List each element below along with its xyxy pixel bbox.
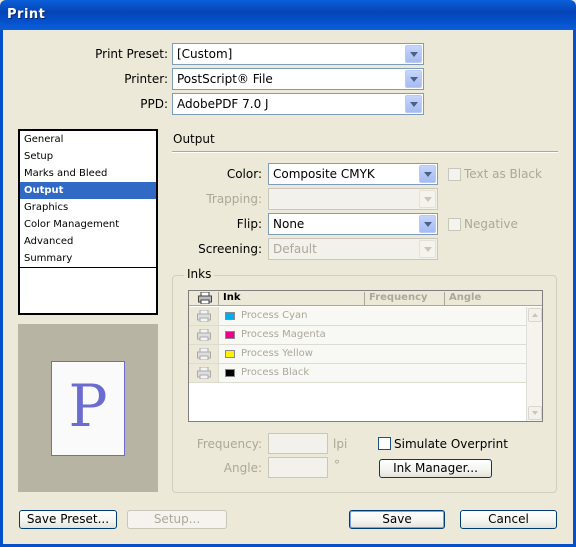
ink-name: Process Magenta	[241, 329, 326, 340]
printer-value: PostScript® File	[177, 72, 273, 86]
save-button[interactable]: Save	[349, 510, 445, 529]
section-divider	[172, 151, 558, 153]
ink-print-toggle[interactable]	[189, 307, 219, 325]
printer-icon	[197, 348, 211, 360]
chevron-down-icon[interactable]	[419, 240, 436, 258]
screening-select[interactable]: Default	[268, 238, 438, 260]
color-select[interactable]: Composite CMYK	[268, 163, 438, 185]
ink-swatch	[225, 369, 235, 377]
ink-row[interactable]: Process Magenta	[189, 326, 526, 345]
column-divider	[364, 292, 365, 305]
negative-label: Negative	[464, 217, 518, 231]
ink-name: Process Black	[241, 367, 310, 378]
category-item-summary[interactable]: Summary	[20, 250, 156, 267]
list-divider	[20, 267, 156, 268]
screening-value: Default	[273, 242, 317, 256]
preview-page: P	[51, 361, 125, 456]
angle-column-header[interactable]: Angle	[449, 292, 481, 303]
category-item-general[interactable]: General	[20, 131, 156, 148]
page-preview: P	[18, 324, 158, 492]
setup-button[interactable]: Setup...	[127, 510, 227, 529]
column-divider	[444, 292, 445, 305]
print-preset-label: Print Preset:	[95, 47, 168, 61]
chevron-down-icon[interactable]	[405, 70, 422, 88]
ink-table: Ink Frequency Angle Process Cyan Process…	[188, 290, 543, 422]
column-divider	[218, 292, 219, 305]
frequency-label: Frequency:	[196, 437, 262, 451]
inks-group-label: Inks	[184, 267, 215, 281]
category-list: General Setup Marks and Bleed Output Gra…	[18, 129, 158, 315]
printer-icon	[198, 292, 212, 304]
ink-row[interactable]: Process Cyan	[189, 307, 526, 326]
print-preset-value: [Custom]	[177, 47, 233, 61]
ink-column-header[interactable]: Ink	[223, 292, 241, 303]
frequency-unit: lpi	[333, 437, 348, 451]
title-bar: Print	[0, 0, 576, 30]
preview-glyph: P	[68, 372, 108, 440]
printer-label: Printer:	[124, 72, 168, 86]
flip-label: Flip:	[236, 217, 262, 231]
category-item-marks-and-bleed[interactable]: Marks and Bleed	[20, 165, 156, 182]
ink-name: Process Cyan	[241, 310, 308, 321]
text-as-black-checkbox[interactable]	[448, 168, 461, 181]
printer-select[interactable]: PostScript® File	[172, 68, 424, 90]
ink-swatch	[225, 350, 235, 358]
chevron-down-icon[interactable]	[405, 95, 422, 113]
trapping-select[interactable]	[268, 188, 438, 210]
scroll-down-icon[interactable]	[528, 406, 542, 420]
category-item-graphics[interactable]: Graphics	[20, 199, 156, 216]
ink-print-toggle[interactable]	[189, 326, 219, 344]
ppd-select[interactable]: AdobePDF 7.0 J	[172, 93, 424, 115]
color-label: Color:	[226, 167, 262, 181]
chevron-down-icon[interactable]	[419, 190, 436, 208]
printer-icon	[197, 367, 211, 379]
ink-swatch	[225, 331, 235, 339]
chevron-down-icon[interactable]	[419, 215, 436, 233]
angle-label: Angle:	[223, 461, 262, 475]
category-item-output[interactable]: Output	[20, 182, 156, 199]
ink-table-scrollbar[interactable]	[526, 307, 542, 421]
ink-row[interactable]: Process Yellow	[189, 345, 526, 364]
category-item-color-management[interactable]: Color Management	[20, 216, 156, 233]
chevron-down-icon[interactable]	[419, 165, 436, 183]
screening-label: Screening:	[198, 242, 262, 256]
trapping-label: Trapping:	[206, 192, 262, 206]
chevron-down-icon[interactable]	[405, 45, 422, 63]
ink-manager-button[interactable]: Ink Manager...	[379, 459, 492, 478]
save-preset-button[interactable]: Save Preset...	[19, 510, 117, 529]
simulate-overprint-checkbox[interactable]	[378, 437, 391, 450]
angle-input[interactable]	[268, 457, 328, 478]
cancel-button[interactable]: Cancel	[460, 510, 557, 529]
negative-checkbox[interactable]	[448, 218, 461, 231]
flip-value: None	[273, 217, 305, 231]
ink-row[interactable]: Process Black	[189, 364, 526, 383]
print-preset-select[interactable]: [Custom]	[172, 43, 424, 65]
ppd-value: AdobePDF 7.0 J	[177, 97, 269, 111]
ppd-label: PPD:	[140, 97, 168, 111]
window-title: Print	[7, 7, 46, 22]
category-item-advanced[interactable]: Advanced	[20, 233, 156, 250]
output-section-title: Output	[173, 132, 215, 146]
frequency-column-header[interactable]: Frequency	[369, 292, 428, 303]
printer-icon	[197, 310, 211, 322]
angle-unit: °	[334, 458, 340, 472]
frequency-input[interactable]	[268, 433, 328, 454]
flip-select[interactable]: None	[268, 213, 438, 235]
color-value: Composite CMYK	[273, 167, 375, 181]
printer-icon	[197, 329, 211, 341]
text-as-black-label: Text as Black	[464, 167, 542, 181]
simulate-overprint-label: Simulate Overprint	[394, 437, 508, 451]
ink-print-toggle[interactable]	[189, 345, 219, 363]
category-item-setup[interactable]: Setup	[20, 148, 156, 165]
ink-table-header: Ink Frequency Angle	[189, 291, 542, 306]
ink-name: Process Yellow	[241, 348, 313, 359]
ink-print-toggle[interactable]	[189, 364, 219, 382]
scroll-up-icon[interactable]	[528, 308, 542, 322]
ink-swatch	[225, 312, 235, 320]
